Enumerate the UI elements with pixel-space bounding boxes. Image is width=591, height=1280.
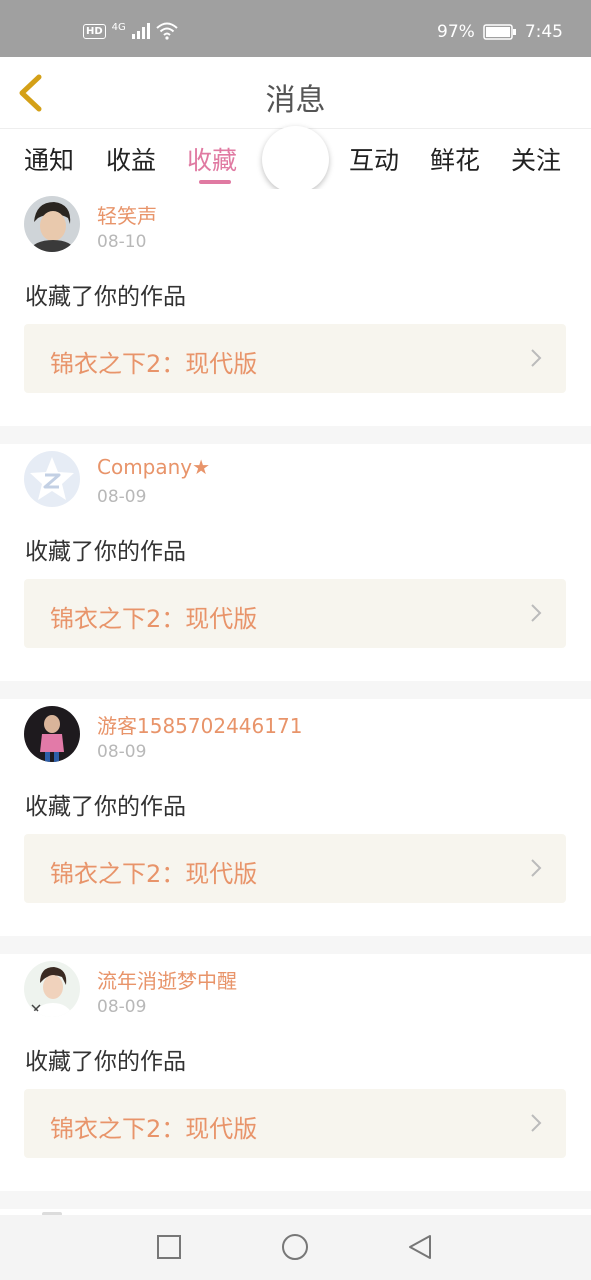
user-name[interactable]: 游客1585702446171 <box>97 710 302 739</box>
item-separator <box>0 1191 591 1209</box>
item-separator <box>0 681 591 699</box>
circle-icon[interactable] <box>281 1233 309 1261</box>
user-name[interactable]: 流年消逝梦中醒 <box>97 965 237 994</box>
system-nav-bar <box>0 1215 591 1280</box>
avatar[interactable] <box>24 706 80 762</box>
item-date: 08-09 <box>97 487 147 507</box>
tab-earnings[interactable]: 收益 <box>106 141 156 177</box>
triangle-back-icon[interactable] <box>406 1233 434 1261</box>
user-name[interactable]: 轻笑声 <box>97 200 157 229</box>
tab-follows[interactable]: 关注 <box>511 141 561 177</box>
avatar[interactable] <box>24 961 80 1017</box>
status-left: HD 4G <box>83 22 178 40</box>
battery-icon <box>483 24 516 40</box>
list-item: 流年消逝梦中醒 08-09 收藏了你的作品 锦衣之下2：现代版 <box>0 954 591 1191</box>
battery-percent: 97% <box>437 22 475 42</box>
action-text: 收藏了你的作品 <box>25 539 186 565</box>
default-star-avatar-icon <box>24 451 80 507</box>
avatar[interactable] <box>24 196 80 252</box>
item-separator <box>0 936 591 954</box>
chevron-right-icon <box>531 859 542 877</box>
work-title: 锦衣之下2：现代版 <box>50 1115 258 1143</box>
signal-icon <box>131 23 150 39</box>
status-right: 97% 7:45 <box>437 22 563 42</box>
clock: 7:45 <box>524 22 563 42</box>
work-link[interactable]: 锦衣之下2：现代版 <box>24 324 566 393</box>
avatar[interactable] <box>24 451 80 507</box>
item-date: 08-09 <box>97 742 147 762</box>
page-title: 消息 <box>265 83 326 118</box>
user-name[interactable]: Company★ <box>97 455 210 479</box>
chevron-right-icon <box>531 349 542 367</box>
list-item: Company★ 08-09 收藏了你的作品 锦衣之下2：现代版 <box>0 444 591 681</box>
action-text: 收藏了你的作品 <box>25 1049 186 1075</box>
avatar-portrait-image <box>24 961 80 1017</box>
list-item: 游客1585702446171 08-09 收藏了你的作品 锦衣之下2：现代版 <box>0 699 591 936</box>
action-text: 收藏了你的作品 <box>25 284 186 310</box>
tab-favorites[interactable]: 收藏 <box>187 141 237 177</box>
status-bar: HD 4G 97% 7:45 <box>0 0 591 57</box>
hd-badge: HD <box>83 23 106 39</box>
item-date: 08-10 <box>97 232 147 252</box>
wifi-icon <box>156 22 178 40</box>
work-title: 锦衣之下2：现代版 <box>50 350 258 378</box>
work-link[interactable]: 锦衣之下2：现代版 <box>24 1089 566 1158</box>
work-link[interactable]: 锦衣之下2：现代版 <box>24 834 566 903</box>
favorites-list: 轻笑声 08-10 收藏了你的作品 锦衣之下2：现代版 Company★ 08-… <box>0 189 591 1209</box>
work-title: 锦衣之下2：现代版 <box>50 860 258 888</box>
square-icon[interactable] <box>155 1233 183 1261</box>
avatar-portrait-image <box>24 196 80 252</box>
tab-interactions[interactable]: 互动 <box>349 141 399 177</box>
tab-flowers[interactable]: 鲜花 <box>430 141 480 177</box>
network-label: 4G <box>111 21 126 33</box>
work-link[interactable]: 锦衣之下2：现代版 <box>24 579 566 648</box>
floating-circle-button[interactable] <box>262 126 329 193</box>
chevron-right-icon <box>531 1114 542 1132</box>
item-separator <box>0 426 591 444</box>
app-header: 消息 <box>0 57 591 129</box>
active-tab-indicator <box>199 180 231 184</box>
chevron-right-icon <box>531 604 542 622</box>
list-item: 轻笑声 08-10 收藏了你的作品 锦衣之下2：现代版 <box>0 189 591 426</box>
work-title: 锦衣之下2：现代版 <box>50 605 258 633</box>
item-date: 08-09 <box>97 997 147 1017</box>
avatar-photo-image <box>24 706 80 762</box>
action-text: 收藏了你的作品 <box>25 794 186 820</box>
tab-notifications[interactable]: 通知 <box>24 141 74 177</box>
